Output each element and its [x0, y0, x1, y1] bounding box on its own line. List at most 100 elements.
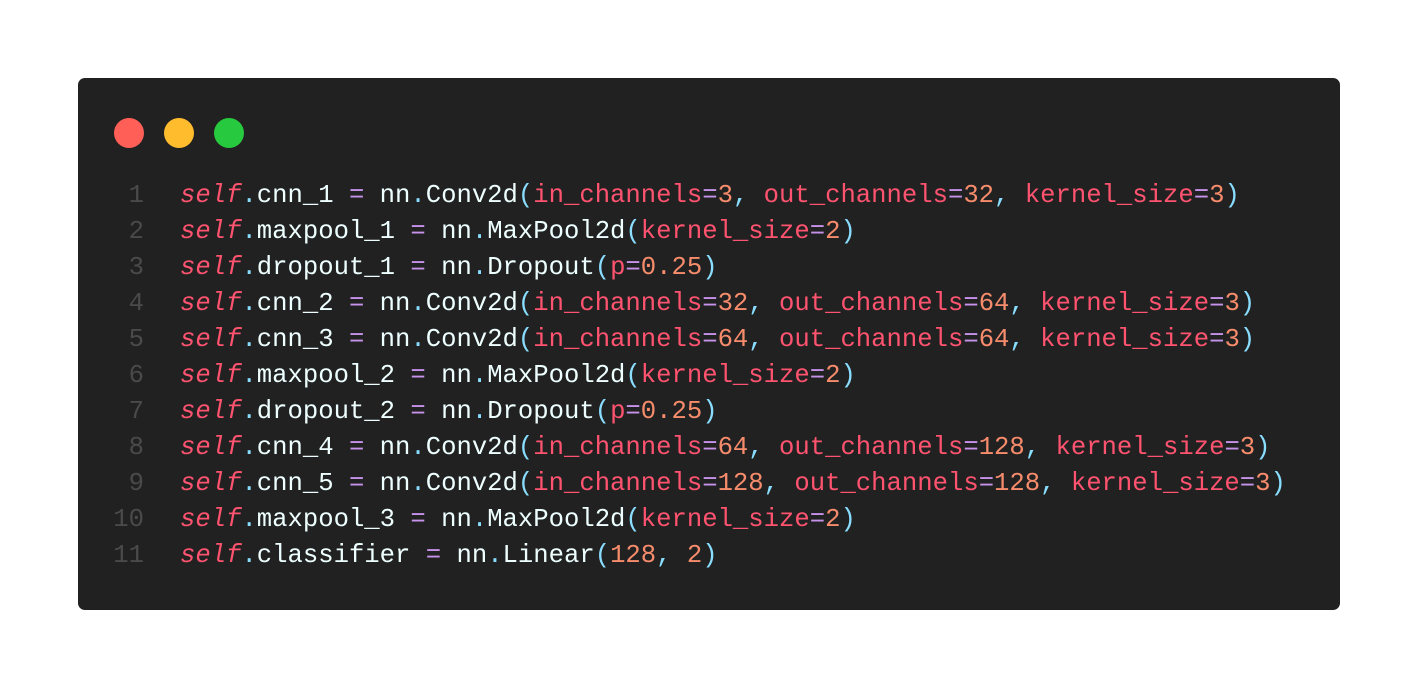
- token-kw: in_channels: [533, 469, 703, 498]
- token-self: self: [180, 325, 242, 354]
- token-punc: .: [241, 217, 257, 246]
- token-kw: in_channels: [533, 181, 703, 210]
- token-id: nn: [364, 325, 411, 354]
- token-op: =: [425, 541, 442, 570]
- token-self: self: [180, 469, 242, 498]
- token-punc: (: [517, 469, 534, 498]
- line-number: 6: [128, 361, 144, 390]
- token-kw: out_channels: [794, 469, 979, 498]
- token-id: Conv2d: [425, 181, 518, 210]
- line-number: 10: [113, 505, 144, 534]
- token-punc: .: [410, 325, 426, 354]
- token-num: 3: [1239, 433, 1256, 462]
- token-num: 2: [825, 217, 841, 246]
- token-op: =: [702, 181, 718, 210]
- code-line: 4 self.cnn_2 = nn.Conv2d(in_channels=32, …: [78, 286, 1286, 322]
- token-self: self: [180, 433, 242, 462]
- line-number: 5: [128, 325, 144, 354]
- token-kw: kernel_size: [1024, 181, 1194, 210]
- token-id: nn: [441, 541, 488, 570]
- token-punc: .: [241, 289, 257, 318]
- token-punc: (: [594, 541, 611, 570]
- token-op: =: [702, 469, 718, 498]
- token-id: maxpool_1: [256, 217, 411, 246]
- token-punc: .: [241, 541, 257, 570]
- maximize-dot-icon: [214, 118, 244, 148]
- token-num: 32: [717, 289, 749, 318]
- code-line: 6 self.maxpool_2 = nn.MaxPool2d(kernel_si…: [78, 358, 1286, 394]
- token-kw: out_channels: [779, 289, 964, 318]
- code-line: 1 self.cnn_1 = nn.Conv2d(in_channels=3, o…: [78, 178, 1286, 214]
- code-text: self.cnn_1 = nn.Conv2d(in_channels=3, ou…: [180, 178, 1240, 214]
- token-punc: ): [1224, 181, 1240, 210]
- token-punc: (: [517, 433, 534, 462]
- token-punc: .: [410, 433, 426, 462]
- token-id: cnn_5: [256, 469, 349, 498]
- token-num: 32: [963, 181, 995, 210]
- token-kw: in_channels: [533, 289, 703, 318]
- token-num: 2: [825, 361, 841, 390]
- token-op: =: [1209, 289, 1225, 318]
- token-self: self: [180, 253, 242, 282]
- token-punc: .: [241, 397, 257, 426]
- code-line: 7 self.dropout_2 = nn.Dropout(p=0.25): [78, 394, 1286, 430]
- token-num: 2: [686, 541, 703, 570]
- token-op: =: [978, 469, 995, 498]
- token-punc: (: [625, 361, 641, 390]
- token-punc: (: [594, 397, 611, 426]
- token-num: 0.25: [640, 253, 703, 282]
- token-op: =: [963, 289, 979, 318]
- token-num: 64: [978, 289, 1010, 318]
- code-window: 1 self.cnn_1 = nn.Conv2d(in_channels=3, o…: [78, 78, 1340, 610]
- token-kw: kernel_size: [640, 505, 810, 534]
- token-punc: ,: [748, 433, 780, 462]
- token-id: maxpool_3: [256, 505, 411, 534]
- token-id: nn: [364, 469, 411, 498]
- token-id: MaxPool2d: [487, 361, 626, 390]
- token-kw: kernel_size: [640, 217, 810, 246]
- token-punc: (: [517, 181, 534, 210]
- token-punc: .: [410, 289, 426, 318]
- token-op: =: [348, 289, 365, 318]
- token-punc: ,: [994, 181, 1025, 210]
- token-num: 128: [978, 433, 1025, 462]
- token-id: Conv2d: [425, 469, 518, 498]
- line-number: 2: [128, 217, 144, 246]
- token-kw: in_channels: [533, 325, 703, 354]
- code-line: 10 self.maxpool_3 = nn.MaxPool2d(kernel_s…: [78, 502, 1286, 538]
- token-num: 128: [994, 469, 1041, 498]
- token-punc: .: [241, 325, 257, 354]
- token-id: nn: [425, 505, 472, 534]
- token-punc: (: [517, 289, 534, 318]
- code-line: 11 self.classifier = nn.Linear(128, 2): [78, 538, 1286, 574]
- token-op: =: [809, 217, 826, 246]
- token-id: Dropout: [487, 253, 595, 282]
- token-num: 3: [1224, 325, 1240, 354]
- token-op: =: [410, 505, 426, 534]
- line-number: 9: [128, 469, 144, 498]
- code-text: self.dropout_1 = nn.Dropout(p=0.25): [180, 250, 718, 286]
- token-op: =: [348, 433, 365, 462]
- token-punc: .: [241, 361, 257, 390]
- token-op: =: [625, 253, 641, 282]
- token-op: =: [410, 397, 426, 426]
- token-punc: ,: [732, 181, 764, 210]
- token-num: 64: [717, 433, 749, 462]
- token-punc: .: [241, 505, 257, 534]
- token-op: =: [1224, 433, 1240, 462]
- token-op: =: [963, 433, 979, 462]
- token-punc: ,: [1024, 433, 1056, 462]
- token-num: 2: [825, 505, 841, 534]
- close-dot-icon: [114, 118, 144, 148]
- token-op: =: [410, 253, 426, 282]
- token-kw: out_channels: [779, 433, 964, 462]
- token-kw: kernel_size: [1040, 325, 1210, 354]
- token-self: self: [180, 397, 242, 426]
- token-punc: ): [702, 253, 718, 282]
- token-kw: kernel_size: [640, 361, 810, 390]
- token-kw: kernel_size: [1055, 433, 1225, 462]
- token-id: nn: [425, 217, 472, 246]
- token-punc: ): [702, 397, 718, 426]
- line-number: 11: [113, 541, 144, 570]
- code-text: self.cnn_3 = nn.Conv2d(in_channels=64, o…: [180, 322, 1255, 358]
